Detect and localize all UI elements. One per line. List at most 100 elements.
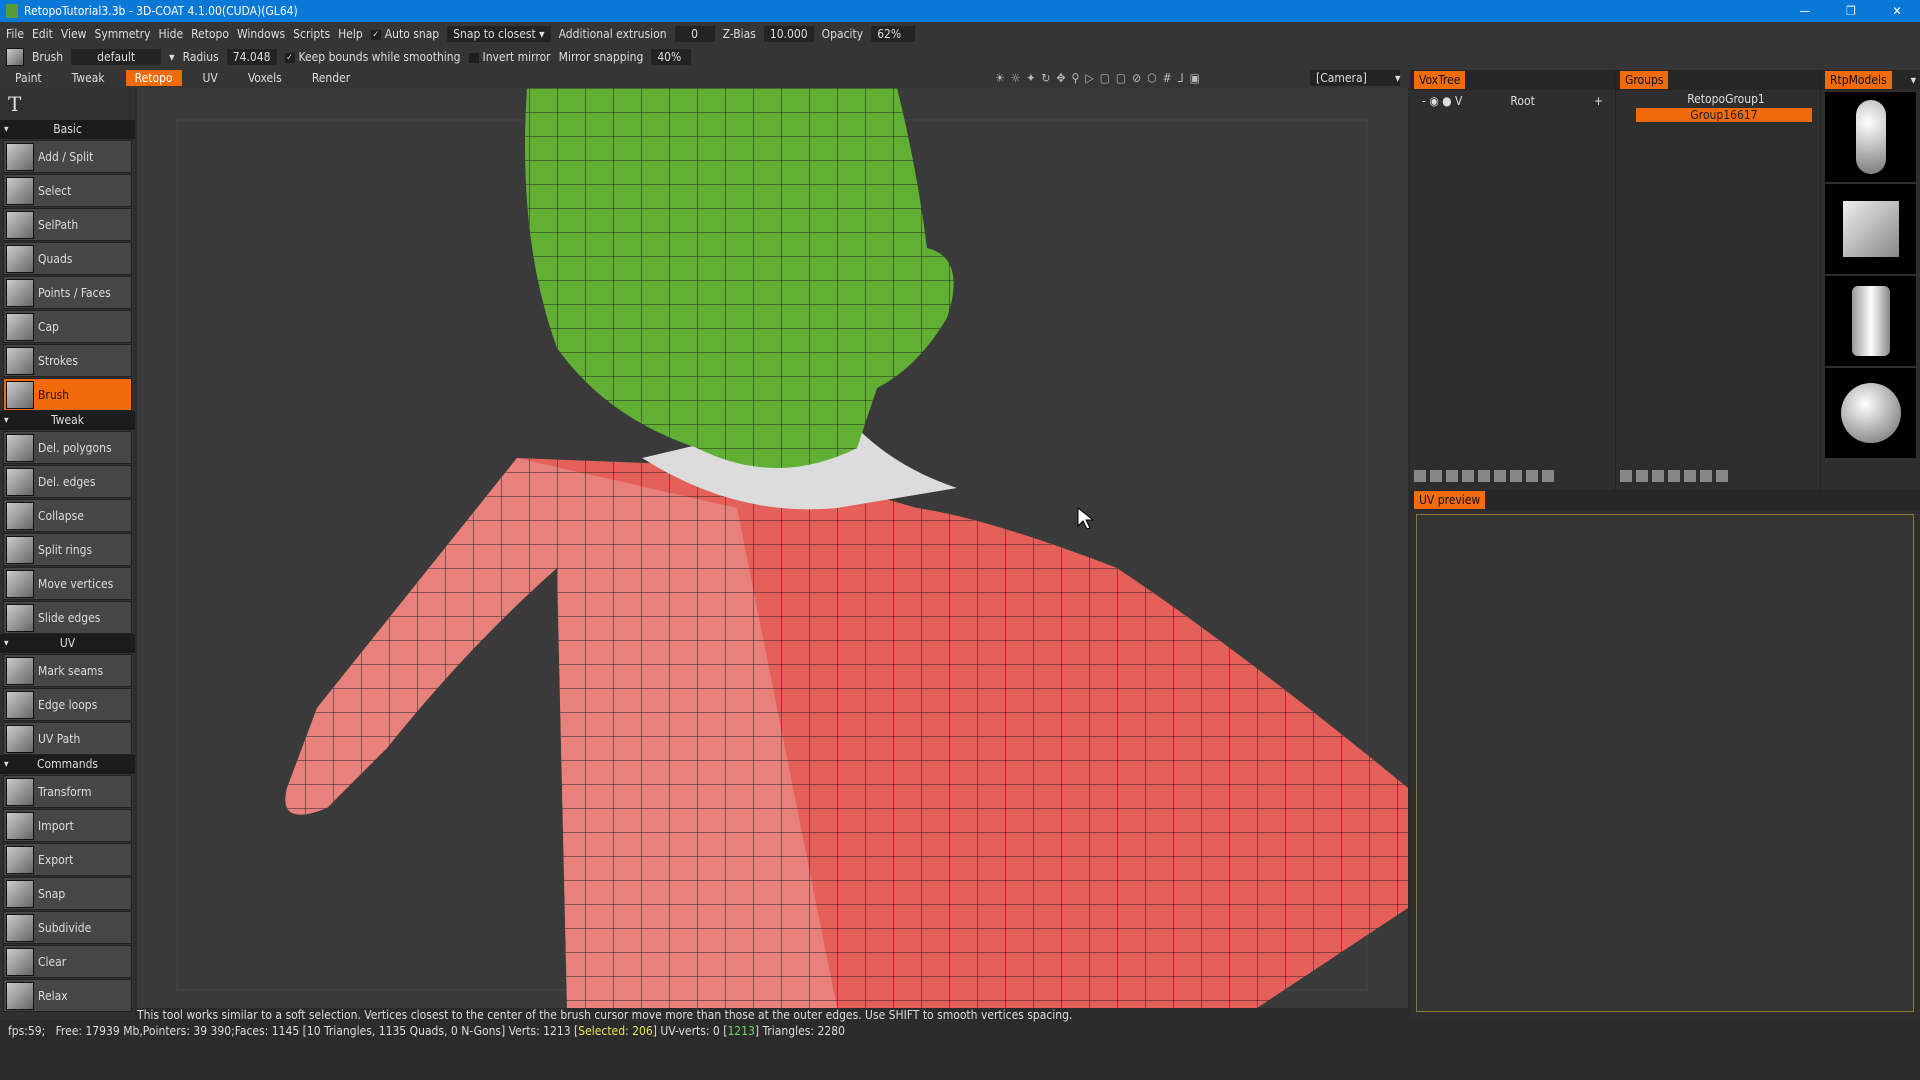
tool-slide-edges[interactable]: Slide edges [3,601,132,634]
minimize-button[interactable]: — [1782,0,1828,22]
radius-field[interactable]: 74.048 [226,49,277,65]
tool-edge-loops[interactable]: Edge loops [3,688,132,721]
capsule-model[interactable] [1825,92,1916,182]
menu-view[interactable]: View [61,27,87,41]
voxtree-toolbar[interactable] [1410,466,1558,486]
snap-mode-dropdown[interactable]: Snap to closest ▾ [447,26,551,42]
tool-move-vertices[interactable]: Move vertices [3,567,132,600]
tool-quads[interactable]: Quads [3,242,132,275]
viewport-nav-icons[interactable]: ☀☼✦↻✥⚲▷▢▢⊘⬡#⅃▣ [995,71,1206,85]
uv-preview-panel: UV preview [1410,490,1920,1020]
tool-select[interactable]: Select [3,174,132,207]
section-header-uv[interactable]: UV [0,634,135,653]
mirror-snapping-field[interactable]: 40% [651,49,692,65]
tool-icon [6,656,34,685]
tool-options-bar: Brush default ▾ Radius 74.048 ✓ Keep bound… [0,46,1920,68]
tool-collapse[interactable]: Collapse [3,499,132,532]
add-layer-button[interactable]: + [1594,94,1603,108]
tool-mark-seams[interactable]: Mark seams [3,654,132,687]
groups-toolbar[interactable] [1616,466,1732,486]
menu-retopo[interactable]: Retopo [191,27,229,41]
tab-paint[interactable]: Paint [6,70,51,86]
tool-export[interactable]: Export [3,843,132,876]
tool-label: Brush [38,387,70,402]
tool-icon [6,244,34,273]
cylinder-model[interactable] [1825,276,1916,366]
tab-render[interactable]: Render [303,70,359,86]
group-item-selected[interactable]: Group16617 [1636,108,1812,122]
sphere-model[interactable] [1825,368,1916,458]
section-header-basic[interactable]: Basic [0,120,135,139]
tool-label: Edge loops [38,697,98,712]
tool-transform[interactable]: Transform [3,775,132,808]
preset-dropdown[interactable]: default [71,49,162,65]
camera-dropdown[interactable]: [Camera] [1310,70,1400,86]
group-item[interactable]: RetopoGroup1 [1616,90,1820,106]
model-render [176,88,1409,1008]
tool-import[interactable]: Import [3,809,132,842]
uv-preview-canvas[interactable] [1416,514,1914,1012]
tool-snap[interactable]: Snap [3,877,132,910]
tab-uv[interactable]: UV [194,70,227,86]
tool-label: Relax [38,988,68,1003]
tool-icon [6,176,34,205]
chevron-down-icon[interactable]: ▾ [1395,71,1400,85]
invert-mirror-checkbox[interactable]: Invert mirror [468,50,551,64]
voxtree-panel: VoxTree - ◉ ● V Root + [1410,70,1615,490]
tool-strokes[interactable]: Strokes [3,344,132,377]
tool-del-polygons[interactable]: Del. polygons [3,431,132,464]
tool-split-rings[interactable]: Split rings [3,533,132,566]
tool-label: Mark seams [38,663,104,678]
close-button[interactable]: ✕ [1874,0,1920,22]
title-bar: RetopoTutorial3.3b - 3D-COAT 4.1.00(CUDA… [0,0,1920,22]
tool-label: Move vertices [38,576,114,591]
menu-scripts[interactable]: Scripts [293,27,330,41]
menu-help[interactable]: Help [338,27,363,41]
menu-symmetry[interactable]: Symmetry [94,27,150,41]
tool-label: Split rings [38,542,93,557]
rtpmodels-tab[interactable]: RtpModels [1825,71,1892,89]
tool-cap[interactable]: Cap [3,310,132,343]
tab-retopo[interactable]: Retopo [125,70,182,86]
opacity-label: Opacity [821,27,864,41]
tool-uv-path[interactable]: UV Path [3,722,132,755]
menu-file[interactable]: File [6,27,24,41]
zbias-field[interactable]: 10.000 [763,26,814,42]
tool-add-split[interactable]: Add / Split [3,140,132,173]
tool-selpath[interactable]: SelPath [3,208,132,241]
uv-preview-tab[interactable]: UV preview [1414,491,1486,509]
additional-extrusion-field[interactable]: 0 [674,26,715,42]
tool-del-edges[interactable]: Del. edges [3,465,132,498]
tool-subdivide[interactable]: Subdivide [3,911,132,944]
groups-tab[interactable]: Groups [1620,71,1669,89]
3d-viewport[interactable] [137,88,1409,1008]
tool-label: UV Path [38,731,81,746]
tool-clear[interactable]: Clear [3,945,132,978]
tool-icon [6,346,34,375]
voxtree-root-row[interactable]: - ◉ ● V Root + [1410,90,1615,112]
maximize-button[interactable]: ❐ [1828,0,1874,22]
cube-model[interactable] [1825,184,1916,274]
tool-brush[interactable]: Brush [3,378,132,411]
tool-icon [6,535,34,564]
tool-icon [6,501,34,530]
auto-snap-checkbox[interactable]: ✓ Auto snap [370,27,439,41]
voxtree-tab[interactable]: VoxTree [1414,71,1466,89]
menu-edit[interactable]: Edit [32,27,53,41]
menu-windows[interactable]: Windows [237,27,285,41]
tool-relax[interactable]: Relax [3,979,132,1012]
tool-label: Slide edges [38,610,101,625]
zbias-label: Z-Bias [722,27,756,41]
text-tool-icon[interactable]: T [0,88,135,120]
section-header-commands[interactable]: Commands [0,755,135,774]
section-header-tweak[interactable]: Tweak [0,411,135,430]
keep-bounds-checkbox[interactable]: ✓ Keep bounds while smoothing [284,50,461,64]
tool-label: Export [38,852,74,867]
tool-points-faces[interactable]: Points / Faces [3,276,132,309]
mirror-snapping-label: Mirror snapping [558,50,644,64]
menu-hide[interactable]: Hide [158,27,183,41]
tab-voxels[interactable]: Voxels [239,70,291,86]
opacity-field[interactable]: 62% [871,26,916,42]
tab-tweak[interactable]: Tweak [63,70,114,86]
menu-bar: File Edit View Symmetry Hide Retopo Wind… [0,22,1920,46]
